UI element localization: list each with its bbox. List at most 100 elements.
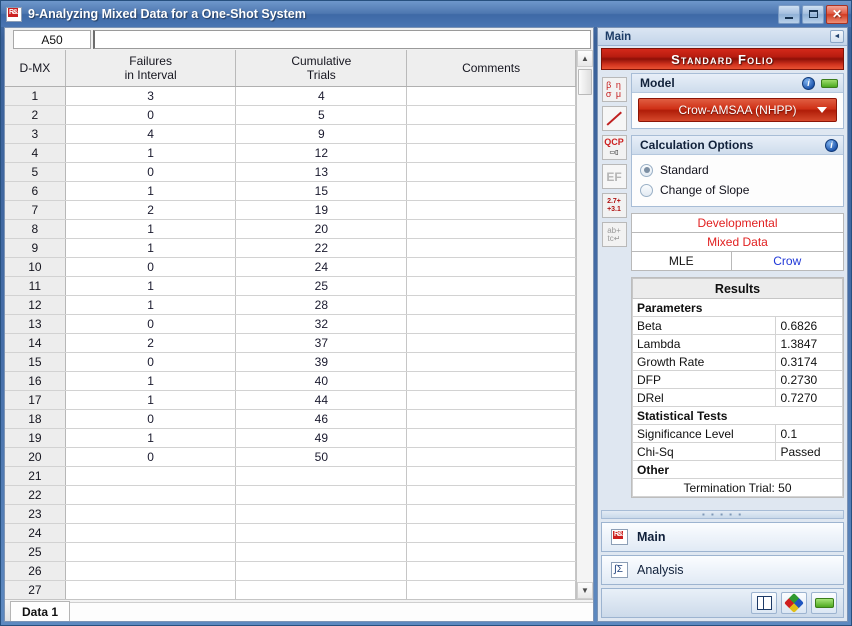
cell-cumulative[interactable] bbox=[235, 561, 408, 581]
cell-failures[interactable] bbox=[65, 580, 237, 599]
green-status-button[interactable] bbox=[811, 592, 837, 614]
ef-icon[interactable]: EF bbox=[601, 164, 627, 189]
cell-comments[interactable] bbox=[406, 561, 576, 581]
cell-failures[interactable]: 1 bbox=[65, 143, 237, 163]
cell-comments[interactable] bbox=[406, 447, 576, 467]
cell-comments[interactable] bbox=[406, 276, 576, 296]
cell-failures[interactable]: 0 bbox=[65, 257, 237, 277]
row-header[interactable]: 7 bbox=[5, 200, 66, 220]
radio-standard[interactable]: Standard bbox=[638, 160, 837, 180]
cell-failures[interactable]: 3 bbox=[65, 86, 237, 106]
row-header[interactable]: 18 bbox=[5, 409, 66, 429]
nav-item-main[interactable]: Main bbox=[601, 522, 844, 552]
nav-item-analysis[interactable]: Analysis bbox=[601, 555, 844, 585]
cell-comments[interactable] bbox=[406, 352, 576, 372]
cell-cumulative[interactable]: 5 bbox=[235, 105, 408, 125]
row-header[interactable]: 14 bbox=[5, 333, 66, 353]
qcp-icon[interactable]: QCP ▭▯ bbox=[601, 135, 627, 160]
row-header[interactable]: 9 bbox=[5, 238, 66, 258]
row-header[interactable]: 27 bbox=[5, 580, 66, 599]
scroll-up-arrow-icon[interactable]: ▲ bbox=[577, 50, 593, 67]
cell-failures[interactable]: 2 bbox=[65, 200, 237, 220]
cell-cumulative[interactable]: 40 bbox=[235, 371, 408, 391]
cell-failures[interactable] bbox=[65, 504, 237, 524]
column-header-cumulative-trials[interactable]: Cumulative Trials bbox=[235, 50, 408, 87]
cell-comments[interactable] bbox=[406, 409, 576, 429]
cell-comments[interactable] bbox=[406, 504, 576, 524]
cell-cumulative[interactable]: 22 bbox=[235, 238, 408, 258]
cell-failures[interactable]: 0 bbox=[65, 314, 237, 334]
cell-failures[interactable] bbox=[65, 542, 237, 562]
maximize-button[interactable] bbox=[802, 4, 824, 24]
row-header[interactable]: 19 bbox=[5, 428, 66, 448]
row-header[interactable]: 23 bbox=[5, 504, 66, 524]
row-header[interactable]: 26 bbox=[5, 561, 66, 581]
row-header[interactable]: 24 bbox=[5, 523, 66, 543]
row-header[interactable]: 5 bbox=[5, 162, 66, 182]
cell-comments[interactable] bbox=[406, 295, 576, 315]
cell-comments[interactable] bbox=[406, 181, 576, 201]
cell-cumulative[interactable] bbox=[235, 504, 408, 524]
parameters-icon[interactable]: β ησ μ bbox=[601, 77, 627, 102]
cell-cumulative[interactable]: 15 bbox=[235, 181, 408, 201]
row-header[interactable]: 1 bbox=[5, 86, 66, 106]
grid-vertical-scrollbar[interactable]: ▲ ▼ bbox=[576, 50, 593, 599]
cell-cumulative[interactable]: 44 bbox=[235, 390, 408, 410]
cell-cumulative[interactable] bbox=[235, 466, 408, 486]
report-button[interactable] bbox=[751, 592, 777, 614]
row-header[interactable]: 3 bbox=[5, 124, 66, 144]
cell-cumulative[interactable]: 12 bbox=[235, 143, 408, 163]
cell-cumulative[interactable]: 19 bbox=[235, 200, 408, 220]
cell-failures[interactable]: 1 bbox=[65, 390, 237, 410]
cell-failures[interactable] bbox=[65, 561, 237, 581]
cell-failures[interactable]: 1 bbox=[65, 238, 237, 258]
cell-cumulative[interactable]: 39 bbox=[235, 352, 408, 372]
cell-failures[interactable]: 0 bbox=[65, 162, 237, 182]
cell-comments[interactable] bbox=[406, 257, 576, 277]
cell-failures[interactable]: 1 bbox=[65, 371, 237, 391]
cell-comments[interactable] bbox=[406, 314, 576, 334]
cell-comments[interactable] bbox=[406, 580, 576, 599]
cell-reference-box[interactable]: A50 bbox=[13, 30, 91, 49]
cell-cumulative[interactable]: 13 bbox=[235, 162, 408, 182]
row-header[interactable]: 8 bbox=[5, 219, 66, 239]
cell-comments[interactable] bbox=[406, 333, 576, 353]
cell-failures[interactable]: 4 bbox=[65, 124, 237, 144]
cell-comments[interactable] bbox=[406, 485, 576, 505]
cell-cumulative[interactable]: 25 bbox=[235, 276, 408, 296]
cell-cumulative[interactable]: 20 bbox=[235, 219, 408, 239]
column-header-comments[interactable]: Comments bbox=[406, 50, 576, 87]
row-header[interactable]: 25 bbox=[5, 542, 66, 562]
cell-cumulative[interactable] bbox=[235, 523, 408, 543]
cell-cumulative[interactable]: 9 bbox=[235, 124, 408, 144]
panel-splitter[interactable]: ▪ ▪ ▪ ▪ ▪ bbox=[601, 510, 844, 519]
cell-cumulative[interactable]: 49 bbox=[235, 428, 408, 448]
cell-cumulative[interactable]: 46 bbox=[235, 409, 408, 429]
cell-cumulative[interactable]: 28 bbox=[235, 295, 408, 315]
cell-cumulative[interactable]: 24 bbox=[235, 257, 408, 277]
scrollbar-track[interactable] bbox=[577, 67, 593, 582]
cell-failures[interactable]: 0 bbox=[65, 352, 237, 372]
cell-comments[interactable] bbox=[406, 523, 576, 543]
alt-text-icon[interactable]: ab+ tc↵ bbox=[601, 222, 627, 247]
cell-cumulative[interactable]: 37 bbox=[235, 333, 408, 353]
formula-input[interactable] bbox=[93, 30, 591, 49]
cell-cumulative[interactable]: 4 bbox=[235, 86, 408, 106]
info-icon[interactable]: i bbox=[802, 76, 815, 90]
scroll-down-arrow-icon[interactable]: ▼ bbox=[577, 582, 593, 599]
color-palette-button[interactable] bbox=[781, 592, 807, 614]
row-header[interactable]: 22 bbox=[5, 485, 66, 505]
cell-comments[interactable] bbox=[406, 542, 576, 562]
cell-failures[interactable]: 1 bbox=[65, 219, 237, 239]
row-header[interactable]: 2 bbox=[5, 105, 66, 125]
cell-comments[interactable] bbox=[406, 371, 576, 391]
cell-comments[interactable] bbox=[406, 219, 576, 239]
cell-cumulative[interactable] bbox=[235, 485, 408, 505]
cell-comments[interactable] bbox=[406, 105, 576, 125]
cell-failures[interactable]: 1 bbox=[65, 295, 237, 315]
cell-cumulative[interactable]: 32 bbox=[235, 314, 408, 334]
row-header[interactable]: 10 bbox=[5, 257, 66, 277]
cell-cumulative[interactable] bbox=[235, 580, 408, 599]
cell-failures[interactable]: 1 bbox=[65, 428, 237, 448]
cell-comments[interactable] bbox=[406, 200, 576, 220]
